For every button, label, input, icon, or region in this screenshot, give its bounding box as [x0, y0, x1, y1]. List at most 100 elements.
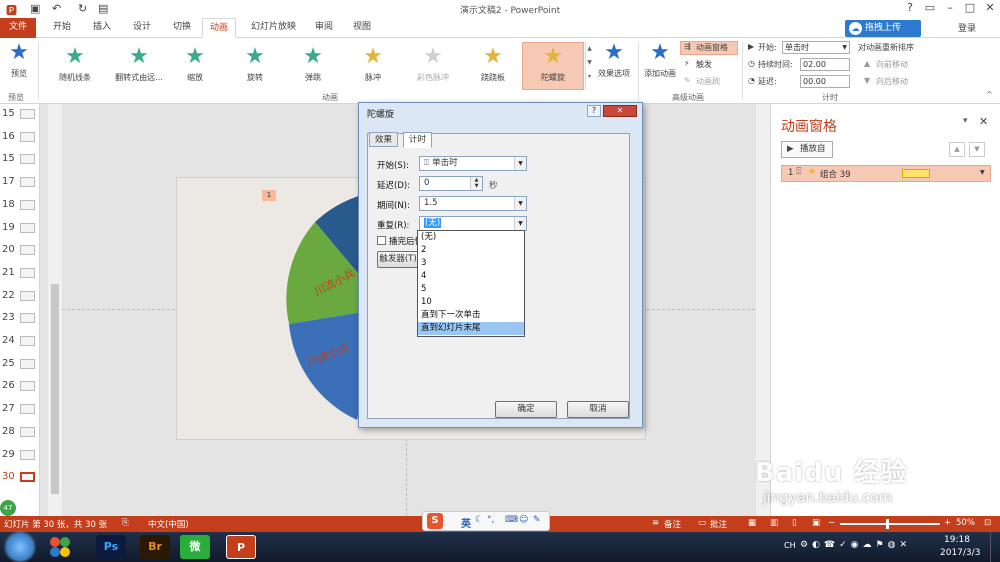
play-from-button[interactable]: ▶ 播放自	[781, 141, 833, 158]
tray-icons[interactable]: ⚙◐☎✓◉☁⚑◍✕	[800, 540, 911, 550]
spinner-arrows-icon[interactable]: ▲ ▼	[470, 177, 482, 190]
effect-pulse-button[interactable]: ★ 脉冲	[346, 44, 400, 83]
move-down-icon[interactable]: ▼	[969, 142, 985, 157]
effect-random-bars-button[interactable]: ★ 随机线条	[48, 44, 102, 83]
close-icon[interactable]: ✕	[980, 1, 1000, 14]
language-status[interactable]: 中文(中国)	[148, 518, 189, 530]
tab-timing[interactable]: 计时	[403, 132, 433, 148]
tray-date[interactable]: 2017/3/3	[940, 548, 980, 558]
tab-transitions[interactable]: 切换	[166, 18, 198, 38]
comments-button[interactable]: 批注	[710, 518, 727, 530]
tab-insert[interactable]: 插入	[86, 18, 118, 38]
tray-time[interactable]: 19:18	[944, 535, 970, 545]
zoom-thumb[interactable]	[886, 519, 889, 529]
repeat-option[interactable]: 3	[418, 257, 524, 270]
cancel-button[interactable]: 取消	[567, 401, 629, 418]
tab-slideshow[interactable]: 幻灯片放映	[244, 18, 303, 38]
repeat-option[interactable]: 2	[418, 244, 524, 257]
slide-thumbnail[interactable]: 26	[0, 376, 40, 398]
tab-view[interactable]: 视图	[346, 18, 378, 38]
animation-list-item[interactable]: 1 ⍐ ★ 组合 39 ▼	[781, 165, 991, 182]
animation-painter-button[interactable]: 动画刷	[696, 76, 720, 87]
slide-thumbnail[interactable]: 27	[0, 399, 40, 421]
tab-review[interactable]: 审阅	[308, 18, 340, 38]
slide-thumbnail[interactable]: 21	[0, 263, 40, 285]
undo-icon[interactable]: ↶	[52, 2, 61, 15]
tab-effect[interactable]: 效果	[369, 132, 399, 147]
delay-spinner[interactable]: 0 ▲ ▼	[419, 176, 483, 191]
animation-badge[interactable]: 1	[262, 190, 276, 201]
tab-file[interactable]: 文件	[0, 18, 37, 38]
tray-language[interactable]: CH	[784, 541, 796, 550]
effect-flip-button[interactable]: ★ 翻转式由远...	[112, 44, 166, 83]
tab-animations[interactable]: 动画	[202, 18, 237, 38]
redo-icon[interactable]: ↻	[78, 2, 87, 15]
slideshow-icon[interactable]: ▣	[812, 518, 820, 528]
move-later-button[interactable]: 向后移动	[876, 76, 908, 87]
add-animation-button[interactable]: ★ 添加动画	[642, 40, 678, 79]
moon-icon[interactable]: ☾	[475, 515, 483, 525]
slide-thumbnail[interactable]: 18	[0, 195, 40, 217]
slide-thumbnail[interactable]: 29	[0, 445, 40, 467]
punctuation-icon[interactable]: °,	[487, 515, 494, 525]
effect-teeter-button[interactable]: ★ 跷跷板	[466, 44, 520, 83]
move-up-icon[interactable]: ▲	[949, 142, 965, 157]
slide-thumbnail[interactable]: 22	[0, 286, 40, 308]
sorter-view-icon[interactable]: ▥	[770, 518, 778, 528]
start-dropdown[interactable]: ⍐ 单击时 ▼	[419, 156, 527, 171]
show-desktop-button[interactable]	[990, 532, 1000, 562]
start-from-beginning-icon[interactable]: ▤	[98, 2, 108, 15]
repeat-option[interactable]: 直到下一次单击	[418, 309, 524, 322]
slide-thumbnail[interactable]: 15	[0, 104, 40, 126]
chevron-down-icon[interactable]: ▼	[980, 169, 985, 176]
ribbon-display-icon[interactable]: ▭	[920, 1, 940, 14]
minimize-icon[interactable]: –	[940, 1, 960, 14]
wrench-icon[interactable]: ✎	[533, 515, 541, 525]
repeat-option[interactable]: (无)	[418, 231, 524, 244]
effect-options-button[interactable]: ★ 效果选项	[596, 40, 632, 79]
fit-to-window-icon[interactable]: ⊡	[984, 518, 991, 528]
slide-thumbnail[interactable]: 30	[0, 467, 40, 489]
effect-color-pulse-button[interactable]: ★ 彩色脉冲	[406, 44, 460, 83]
slide-thumbnail[interactable]: 15	[0, 149, 40, 171]
preview-button[interactable]: ★ 预览	[4, 40, 34, 79]
slide-thumbnail[interactable]: 16	[0, 127, 40, 149]
slide-thumbnail[interactable]: 28	[0, 422, 40, 444]
save-icon[interactable]: ▣	[30, 2, 40, 15]
move-earlier-button[interactable]: 向前移动	[876, 59, 908, 70]
slide-thumbnail[interactable]: 17	[0, 172, 40, 194]
keyboard-icon[interactable]: ⌨	[505, 515, 518, 525]
ime-language[interactable]: 英	[461, 515, 471, 530]
slide-thumbnail[interactable]: 20	[0, 240, 40, 262]
zoom-level[interactable]: 50%	[956, 518, 975, 528]
user-icon[interactable]: ☺	[519, 515, 528, 525]
delay-input[interactable]: 00.00	[800, 75, 850, 88]
effect-spinner-button[interactable]: ★ 陀螺旋	[526, 44, 580, 83]
effect-spin-button[interactable]: ★ 旋转	[228, 44, 282, 83]
app-launcher-icon[interactable]	[46, 535, 76, 559]
tab-design[interactable]: 设计	[126, 18, 158, 38]
repeat-dropdown[interactable]: (无) ▼	[419, 216, 527, 231]
close-dialog-button[interactable]: ✕	[603, 105, 637, 117]
slide-thumbnail[interactable]: 19	[0, 218, 40, 240]
duration-dropdown[interactable]: 1.5 ▼	[419, 196, 527, 211]
normal-view-icon[interactable]: ▦	[748, 518, 756, 528]
taskbar-wechat-icon[interactable]: 微	[180, 535, 210, 559]
maximize-icon[interactable]: □	[960, 1, 980, 14]
sogou-logo-icon[interactable]: S	[427, 513, 443, 529]
repeat-option[interactable]: 直到幻灯片末尾	[418, 322, 524, 335]
taskbar-photoshop-icon[interactable]: Ps	[96, 535, 126, 559]
spelling-icon[interactable]: ⎘	[122, 518, 129, 528]
repeat-option[interactable]: 5	[418, 283, 524, 296]
slide-thumbnail[interactable]: 23	[0, 308, 40, 330]
notes-button[interactable]: 备注	[664, 518, 681, 530]
trigger-button[interactable]: 触发器(T)	[377, 251, 419, 268]
help-icon[interactable]: ?	[900, 1, 920, 14]
notes-icon[interactable]: ≡	[652, 518, 659, 528]
collapse-ribbon-icon[interactable]: ^	[986, 90, 993, 99]
repeat-option[interactable]: 4	[418, 270, 524, 283]
reading-view-icon[interactable]: ▯	[792, 518, 797, 528]
effect-zoom-button[interactable]: ★ 缩放	[168, 44, 222, 83]
ok-button[interactable]: 确定	[495, 401, 557, 418]
zoom-out-icon[interactable]: −	[828, 518, 835, 528]
